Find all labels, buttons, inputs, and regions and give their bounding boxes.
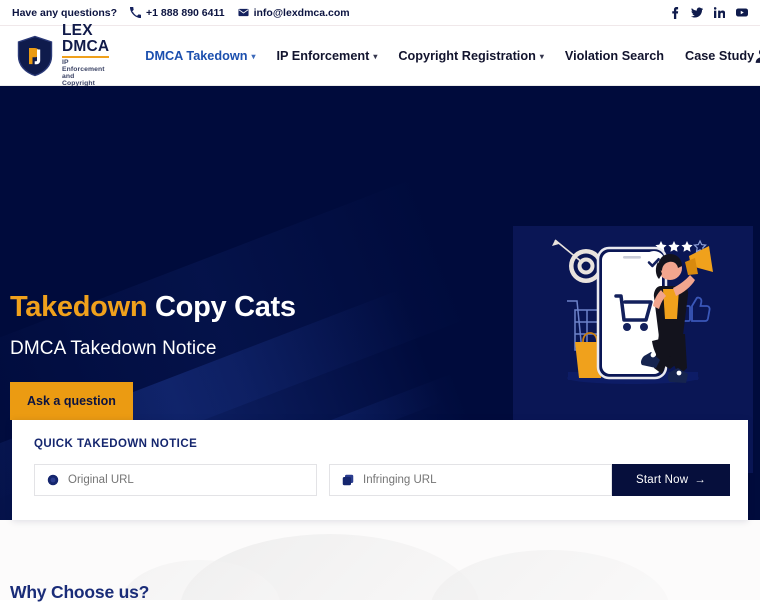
hero-subheading: DMCA Takedown Notice [10,337,217,359]
topbar-contact-group: Have any questions? +1 888 890 6411 info… [12,7,350,19]
linkedin-icon[interactable] [714,7,725,18]
nav-right-group [754,47,760,64]
top-utility-bar: Have any questions? +1 888 890 6411 info… [0,0,760,26]
nav-item-ip-enforcement[interactable]: IP Enforcement ▾ [277,49,378,63]
nav-item-copyright-registration[interactable]: Copyright Registration ▾ [398,49,543,63]
twitter-icon[interactable] [691,7,703,18]
phone-number: +1 888 890 6411 [146,6,225,19]
phone-link[interactable]: +1 888 890 6411 [130,7,225,19]
nav-label: DMCA Takedown [145,48,248,63]
hero-heading-part1: Takedown [10,291,156,323]
social-links-group [670,6,748,19]
site-logo[interactable]: LEX DMCA IP Enforcement and Copyright [16,22,110,87]
logo-subtitle: IP Enforcement and Copyright [62,59,105,87]
nav-label: Case Study [685,48,755,63]
chevron-down-icon: ▾ [373,52,378,61]
nav-label: IP Enforcement [276,48,370,63]
email-link[interactable]: info@lexdmca.com [238,7,350,19]
start-now-label: Start Now [636,474,689,486]
email-address: info@lexdmca.com [253,6,350,19]
hero-copy-block: Takedown Copy Cats DMCA Takedown Notice … [10,291,296,420]
facebook-icon[interactable] [670,6,680,19]
nav-label: Violation Search [564,48,665,63]
logo-title: LEX DMCA [62,22,110,55]
logo-text-block: LEX DMCA IP Enforcement and Copyright [62,22,110,87]
nav-label: Copyright Registration [398,48,536,63]
ask-a-question-button[interactable]: Ask a question [10,381,133,420]
hero-heading-part2: Copy Cats [155,291,296,323]
shield-logo-icon [16,35,54,77]
hero-heading: Takedown Copy Cats [10,291,296,324]
chevron-down-icon: ▾ [251,52,256,61]
circle-link-icon [47,474,59,486]
quick-takedown-title: QUICK TAKEDOWN NOTICE [34,438,198,450]
main-navigation-bar: LEX DMCA IP Enforcement and Copyright DM… [0,22,760,87]
quick-takedown-form-row: Start Now → [34,464,730,496]
youtube-icon[interactable] [736,7,748,18]
original-url-field[interactable] [34,464,317,496]
quick-takedown-form-card: QUICK TAKEDOWN NOTICE Start Now → [12,420,748,520]
copy-stack-icon [342,474,354,486]
arrow-right-icon: → [694,474,706,486]
user-account-icon[interactable] [754,47,760,64]
ecommerce-megaphone-illustration [513,226,753,416]
nav-items-group: DMCA Takedown ▾ IP Enforcement ▾ Copyrig… [145,49,754,63]
nav-item-dmca-takedown[interactable]: DMCA Takedown ▾ [145,49,255,63]
phone-icon [130,7,142,18]
infringing-url-input[interactable] [363,474,599,486]
chevron-down-icon: ▾ [539,52,544,61]
nav-item-violation-search[interactable]: Violation Search [565,49,664,63]
questions-label: Have any questions? [12,7,117,19]
nav-item-case-study[interactable]: Case Study [685,49,754,63]
infringing-url-field[interactable] [329,464,612,496]
logo-divider [62,56,110,59]
envelope-icon [238,7,249,18]
original-url-input[interactable] [68,474,304,486]
questions-text: Have any questions? [12,6,118,19]
start-now-button[interactable]: Start Now → [612,464,730,496]
decorative-blob [430,550,670,600]
